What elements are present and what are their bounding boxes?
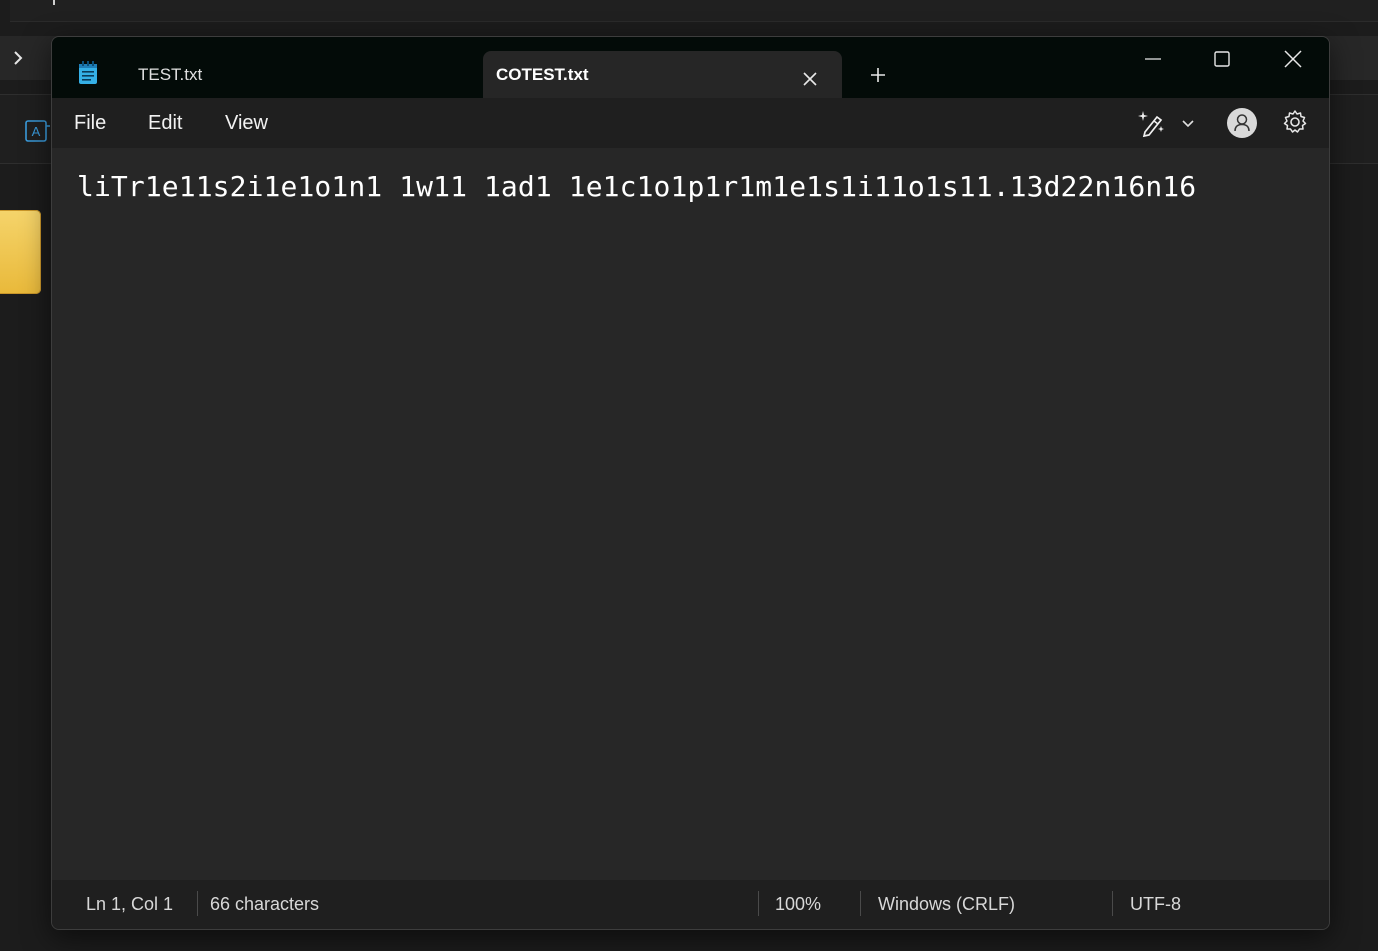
plus-icon[interactable] xyxy=(866,63,890,87)
notepad-window: TEST.txt COTEST.txt File Edit View liTr1… xyxy=(51,36,1330,930)
background-cursor-mark xyxy=(53,0,55,5)
background-window-bar xyxy=(10,0,1378,22)
copilot-pen-icon[interactable] xyxy=(1137,108,1167,138)
status-bar: Ln 1, Col 1 66 characters 100% Windows (… xyxy=(52,880,1329,929)
title-bar: TEST.txt COTEST.txt xyxy=(52,37,1329,98)
close-icon[interactable] xyxy=(1273,45,1313,73)
tab-cotest-txt[interactable]: COTEST.txt xyxy=(483,51,842,98)
menu-bar: File Edit View xyxy=(52,98,1329,148)
folder-icon[interactable] xyxy=(0,210,41,294)
minimize-icon[interactable] xyxy=(1133,45,1173,73)
chevron-right-icon[interactable] xyxy=(8,46,28,70)
character-count: 66 characters xyxy=(210,894,320,914)
maximize-icon[interactable] xyxy=(1202,45,1242,73)
status-divider xyxy=(197,891,198,916)
cursor-position: Ln 1, Col 1 xyxy=(86,894,174,914)
notepad-icon xyxy=(78,61,98,85)
text-editor[interactable]: liTr1e11s2i1e1o1n1 1w11 1ad1 1e1c1o1p1r1… xyxy=(52,148,1329,880)
account-icon[interactable] xyxy=(1227,108,1257,138)
close-icon[interactable] xyxy=(798,62,822,86)
menu-file[interactable]: File xyxy=(74,98,106,148)
tab-label: TEST.txt xyxy=(138,65,203,84)
svg-text:A: A xyxy=(32,124,41,139)
line-ending[interactable]: Windows (CRLF) xyxy=(878,880,1015,929)
encoding[interactable]: UTF-8 xyxy=(1130,880,1181,929)
editor-content[interactable]: liTr1e11s2i1e1o1n1 1w11 1ad1 1e1c1o1p1r1… xyxy=(77,170,1196,203)
menu-edit[interactable]: Edit xyxy=(148,98,182,148)
zoom-level[interactable]: 100% xyxy=(775,880,821,929)
status-divider xyxy=(1112,891,1113,916)
status-divider xyxy=(860,891,861,916)
tab-label: COTEST.txt xyxy=(496,65,589,84)
tab-test-txt[interactable]: TEST.txt xyxy=(112,51,482,98)
translate-icon[interactable]: A xyxy=(24,118,52,144)
chevron-down-icon[interactable] xyxy=(1179,112,1197,134)
gear-icon[interactable] xyxy=(1281,108,1309,136)
status-divider xyxy=(758,891,759,916)
menu-view[interactable]: View xyxy=(225,98,268,148)
